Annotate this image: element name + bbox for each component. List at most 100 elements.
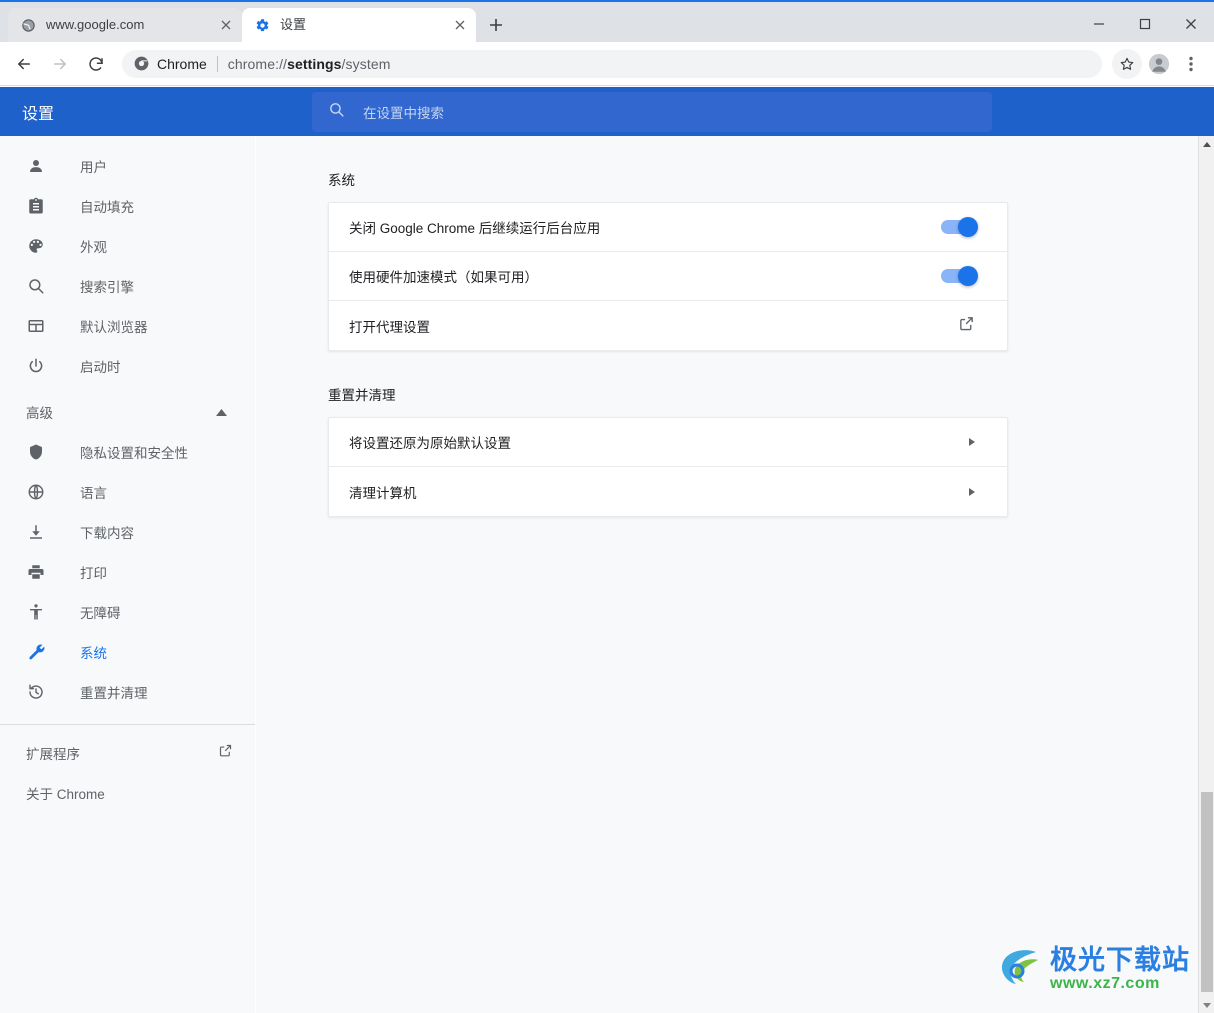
sidebar-item-extensions[interactable]: 扩展程序 — [0, 733, 255, 773]
minimize-button[interactable] — [1076, 4, 1122, 44]
page-title: 设置 — [22, 105, 55, 123]
person-icon — [26, 156, 46, 176]
omnibox-divider — [216, 55, 218, 72]
browser-window: www.google.com 设置 Chrome chrome://settin… — [0, 0, 1214, 1013]
sidebar-item-label: 默认浏览器 — [80, 320, 148, 335]
scroll-up-arrow[interactable] — [1199, 136, 1214, 152]
search-input[interactable]: 在设置中搜索 — [312, 91, 992, 132]
sidebar-item-accessibility[interactable]: 无障碍 — [0, 592, 255, 632]
row-control — [941, 266, 978, 286]
sidebar-item-languages[interactable]: 语言 — [0, 472, 255, 512]
arrow-right-icon[interactable] — [969, 438, 975, 446]
window-controls — [1076, 4, 1214, 44]
browser-toolbar: Chrome chrome://settings/system — [0, 42, 1214, 86]
history-icon — [26, 682, 46, 702]
row-label: 使用硬件加速模式（如果可用） — [349, 270, 538, 285]
toggle-knob — [958, 266, 978, 286]
scroll-down-arrow[interactable] — [1199, 997, 1214, 1013]
sidebar-item-label: 启动时 — [80, 360, 121, 375]
arrow-right-icon[interactable] — [969, 487, 975, 496]
tab-strip: www.google.com 设置 — [0, 0, 510, 42]
browser-window-icon — [26, 316, 46, 336]
title-bar: www.google.com 设置 — [0, 0, 1214, 42]
sidebar-section-label: 高级 — [26, 406, 53, 421]
forward-button[interactable] — [44, 48, 76, 80]
reload-button[interactable] — [80, 48, 112, 80]
sidebar-item-privacy-security[interactable]: 隐私设置和安全性 — [0, 432, 255, 472]
tab-google[interactable]: www.google.com — [8, 8, 242, 42]
sidebar-item-label: 无障碍 — [80, 606, 121, 621]
sidebar-item-on-startup[interactable]: 启动时 — [0, 346, 255, 386]
row-background-apps[interactable]: 关闭 Google Chrome 后继续运行后台应用 — [329, 203, 1007, 252]
sidebar-item-label: 自动填充 — [80, 200, 134, 215]
sidebar-section-advanced[interactable]: 高级 — [0, 392, 255, 432]
row-hardware-acceleration[interactable]: 使用硬件加速模式（如果可用） — [329, 252, 1007, 301]
section-title-reset-cleanup: 重置并清理 — [328, 388, 396, 403]
sidebar-item-system[interactable]: 系统 — [0, 632, 255, 672]
sidebar-item-appearance[interactable]: 外观 — [0, 226, 255, 266]
power-icon — [26, 356, 46, 376]
sidebar-item-printing[interactable]: 打印 — [0, 552, 255, 592]
close-button[interactable] — [1168, 4, 1214, 44]
globe-icon — [26, 482, 46, 502]
toggle-background-apps[interactable] — [941, 217, 978, 237]
row-label: 清理计算机 — [349, 485, 417, 501]
palette-icon — [26, 236, 46, 256]
tab-title: 设置 — [280, 17, 307, 32]
row-label: 将设置还原为原始默认设置 — [349, 436, 511, 451]
maximize-button[interactable] — [1122, 4, 1168, 44]
tab-settings[interactable]: 设置 — [242, 8, 476, 42]
sidebar-item-label: 搜索引擎 — [80, 280, 134, 295]
row-open-proxy-settings[interactable]: 打开代理设置 — [329, 301, 1007, 350]
new-tab-button[interactable] — [482, 11, 510, 39]
sidebar: 用户 自动填充 外观 搜索引擎 默认浏览器 启动时 高级 隐私设置和安全性 语言… — [0, 136, 256, 1013]
close-icon[interactable] — [452, 17, 468, 33]
avatar[interactable] — [1144, 49, 1174, 79]
close-icon[interactable] — [218, 17, 234, 33]
sidebar-item-reset-cleanup[interactable]: 重置并清理 — [0, 672, 255, 712]
sidebar-item-label: 重置并清理 — [80, 686, 148, 701]
row-restore-defaults[interactable]: 将设置还原为原始默认设置 — [329, 418, 1007, 467]
external-link-icon[interactable] — [218, 743, 233, 763]
row-control — [941, 217, 978, 237]
tab-title: www.google.com — [46, 17, 145, 32]
wrench-icon — [26, 642, 46, 662]
card-reset-cleanup: 将设置还原为原始默认设置 清理计算机 — [328, 417, 1008, 517]
sidebar-item-label: 外观 — [80, 240, 107, 255]
gear-icon — [254, 17, 270, 33]
row-label: 关闭 Google Chrome 后继续运行后台应用 — [349, 221, 601, 236]
sidebar-item-user[interactable]: 用户 — [0, 146, 255, 186]
back-button[interactable] — [8, 48, 40, 80]
vertical-scrollbar[interactable] — [1198, 136, 1214, 1013]
sidebar-item-default-browser[interactable]: 默认浏览器 — [0, 306, 255, 346]
clipboard-icon — [26, 196, 46, 216]
watermark: 极光下载站 www.xz7.com — [998, 946, 1190, 993]
shield-icon — [26, 442, 46, 462]
download-icon — [26, 522, 46, 542]
address-bar[interactable]: Chrome chrome://settings/system — [122, 49, 1102, 78]
sidebar-item-autofill[interactable]: 自动填充 — [0, 186, 255, 226]
search-icon — [26, 276, 46, 296]
row-clean-up-computer[interactable]: 清理计算机 — [329, 467, 1007, 516]
printer-icon — [26, 562, 46, 582]
sidebar-item-search-engine[interactable]: 搜索引擎 — [0, 266, 255, 306]
three-dot-menu-icon[interactable] — [1176, 49, 1206, 79]
scrollbar-thumb[interactable] — [1201, 792, 1213, 992]
external-link-icon[interactable] — [958, 315, 975, 337]
settings-body: 用户 自动填充 外观 搜索引擎 默认浏览器 启动时 高级 隐私设置和安全性 语言… — [0, 136, 1214, 1013]
sidebar-item-label: 系统 — [80, 646, 107, 661]
search-placeholder: 在设置中搜索 — [363, 105, 444, 121]
sidebar-item-label: 下载内容 — [80, 526, 134, 541]
watermark-url: www.xz7.com — [1050, 975, 1160, 992]
url-text: chrome://settings/system — [227, 55, 391, 72]
sidebar-item-about-chrome[interactable]: 关于 Chrome — [0, 773, 255, 813]
sidebar-item-label: 隐私设置和安全性 — [80, 446, 188, 461]
chevron-up-icon[interactable] — [216, 403, 227, 421]
star-icon[interactable] — [1112, 48, 1142, 79]
toggle-hardware-acceleration[interactable] — [941, 266, 978, 286]
accessibility-icon — [26, 602, 46, 622]
settings-header: 设置 在设置中搜索 — [0, 87, 1214, 136]
toggle-knob — [958, 217, 978, 237]
sidebar-item-downloads[interactable]: 下载内容 — [0, 512, 255, 552]
sidebar-item-label: 打印 — [80, 566, 107, 581]
